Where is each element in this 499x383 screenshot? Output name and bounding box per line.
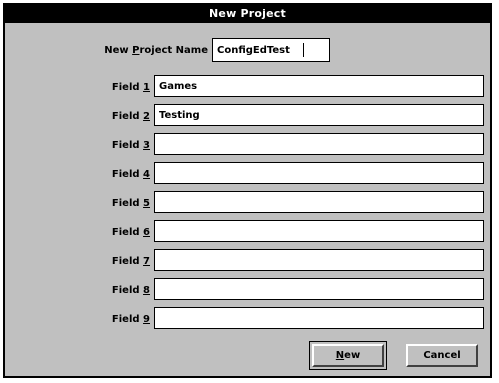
field-5-input[interactable] — [154, 191, 484, 213]
field-9-label: Field 9 — [111, 314, 150, 325]
field-3-input[interactable] — [154, 133, 484, 155]
field-1-input[interactable] — [154, 75, 484, 97]
field-8-input[interactable] — [154, 278, 484, 300]
new-project-dialog: New Project New Project Name Field 1 Fie… — [3, 3, 492, 378]
field-7-input[interactable] — [154, 249, 484, 271]
field-4-label: Field 4 — [111, 169, 150, 180]
project-name-input[interactable] — [212, 38, 330, 62]
field-3-label: Field 3 — [111, 140, 150, 151]
field-4-input[interactable] — [154, 162, 484, 184]
field-2-label: Field 2 — [111, 111, 150, 122]
field-6-label: Field 6 — [111, 227, 150, 238]
cancel-button[interactable]: Cancel — [406, 344, 478, 367]
project-name-label: New Project Name — [104, 45, 208, 56]
dialog-title: New Project — [5, 5, 490, 23]
field-9-input[interactable] — [154, 307, 484, 329]
field-6-input[interactable] — [154, 220, 484, 242]
field-2-input[interactable] — [154, 104, 484, 126]
new-button[interactable]: New — [312, 344, 384, 367]
field-8-label: Field 8 — [111, 285, 150, 296]
field-1-label: Field 1 — [111, 82, 150, 93]
text-caret — [303, 43, 304, 57]
field-5-label: Field 5 — [111, 198, 150, 209]
field-7-label: Field 7 — [111, 256, 150, 267]
